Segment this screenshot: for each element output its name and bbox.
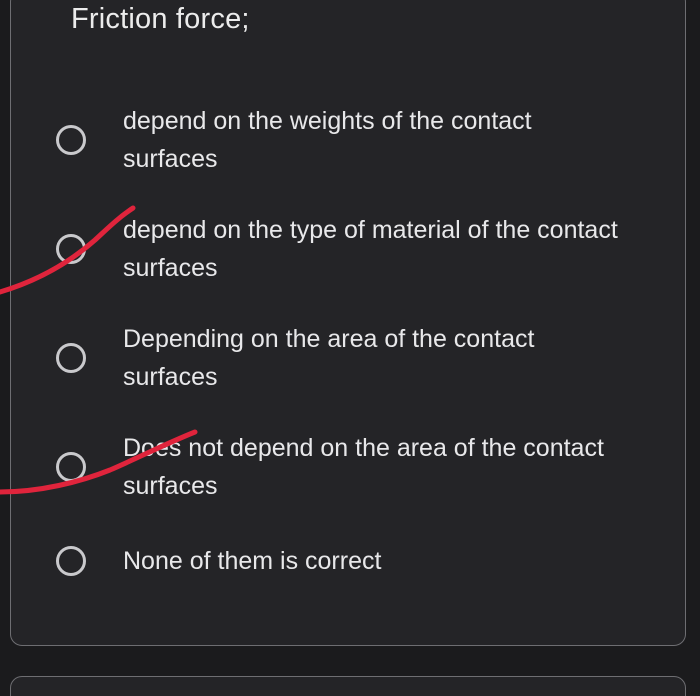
option-material-type[interactable]: depend on the type of material of the co…: [56, 211, 623, 287]
radio-button-icon[interactable]: [56, 125, 86, 155]
option-label: Does not depend on the area of the conta…: [123, 434, 604, 500]
option-none-correct[interactable]: None of them is correct: [56, 542, 623, 580]
option-label: depend on the type of material of the co…: [123, 216, 618, 282]
question-title: Friction force;: [71, 3, 250, 35]
form-page: Friction force; depend on the weights of…: [0, 0, 700, 696]
option-label: depend on the weights of the contact sur…: [123, 107, 532, 173]
radio-button-icon[interactable]: [56, 234, 86, 264]
option-label: None of them is correct: [123, 547, 382, 575]
next-question-card: [10, 676, 686, 696]
option-area-depending[interactable]: Depending on the area of the contact sur…: [56, 320, 623, 396]
option-weights[interactable]: depend on the weights of the contact sur…: [56, 102, 623, 178]
option-label: Depending on the area of the contact sur…: [123, 325, 535, 391]
option-not-area[interactable]: Does not depend on the area of the conta…: [56, 429, 623, 505]
radio-button-icon[interactable]: [56, 546, 86, 576]
radio-button-icon[interactable]: [56, 343, 86, 373]
radio-button-icon[interactable]: [56, 452, 86, 482]
